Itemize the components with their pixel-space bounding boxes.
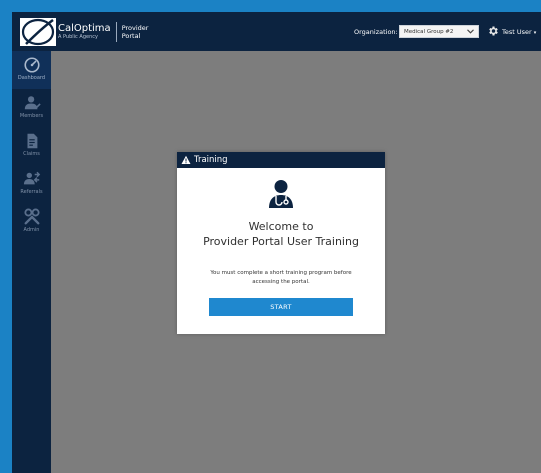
calOptima-logo[interactable]: CalOptima A Public Agency Provider Porta… (20, 17, 152, 47)
welcome-heading: Welcome to Provider Portal User Training (177, 220, 385, 249)
sidebar-item-label: Dashboard (17, 75, 46, 81)
start-button[interactable]: START (209, 298, 353, 316)
organization-select[interactable]: Medical Group #2 (399, 25, 479, 38)
sidebar-item-label: Referrals (20, 189, 43, 195)
sidebar-item-admin[interactable]: Admin (12, 203, 51, 241)
organization-label: Organization: (354, 28, 398, 36)
admin-icon (23, 208, 40, 225)
portal-name: Provider Portal (121, 24, 149, 40)
user-menu[interactable]: Test User ▾ (502, 28, 536, 36)
members-icon (24, 96, 41, 110)
welcome-line-1: Welcome to (248, 220, 314, 233)
app-window: CalOptima A Public Agency Provider Porta… (12, 12, 541, 473)
modal-header: Training (177, 152, 385, 168)
sidebar-item-claims[interactable]: Claims (12, 127, 51, 165)
calOptima-logo-icon (20, 18, 56, 46)
sidebar-item-members[interactable]: Members (12, 89, 51, 127)
top-header: CalOptima A Public Agency Provider Porta… (12, 12, 541, 51)
sidebar: Dashboard Members Claims Referrals Admin (12, 51, 51, 473)
chevron-down-icon (467, 29, 474, 34)
notice-line-1: You must complete a short training progr… (210, 270, 352, 276)
organization-select-value: Medical Group #2 (404, 28, 454, 35)
warning-icon (181, 155, 191, 164)
brand-name: CalOptima (58, 23, 111, 34)
referrals-icon (23, 171, 40, 185)
sidebar-item-dashboard[interactable]: Dashboard (12, 51, 51, 89)
logo-divider (115, 22, 117, 42)
sidebar-item-label: Admin (23, 227, 40, 233)
sidebar-item-referrals[interactable]: Referrals (12, 165, 51, 203)
training-modal: Training Welcome to Provider Portal User… (177, 152, 385, 334)
gear-icon[interactable] (487, 25, 499, 37)
notice-line-2: accessing the portal. (252, 278, 310, 285)
brand-subtitle: A Public Agency (58, 34, 98, 40)
doctor-icon (269, 180, 293, 208)
user-name: Test User (502, 28, 532, 36)
training-notice: You must complete a short training progr… (197, 269, 365, 286)
claims-icon (27, 133, 37, 149)
welcome-line-2: Provider Portal User Training (203, 234, 359, 248)
sidebar-item-label: Members (19, 113, 44, 119)
dashboard-icon (23, 57, 40, 73)
modal-title: Training (194, 155, 228, 165)
modal-body: Welcome to Provider Portal User Training… (177, 168, 385, 334)
sidebar-item-label: Claims (23, 151, 40, 157)
caret-down-icon: ▾ (533, 30, 537, 36)
